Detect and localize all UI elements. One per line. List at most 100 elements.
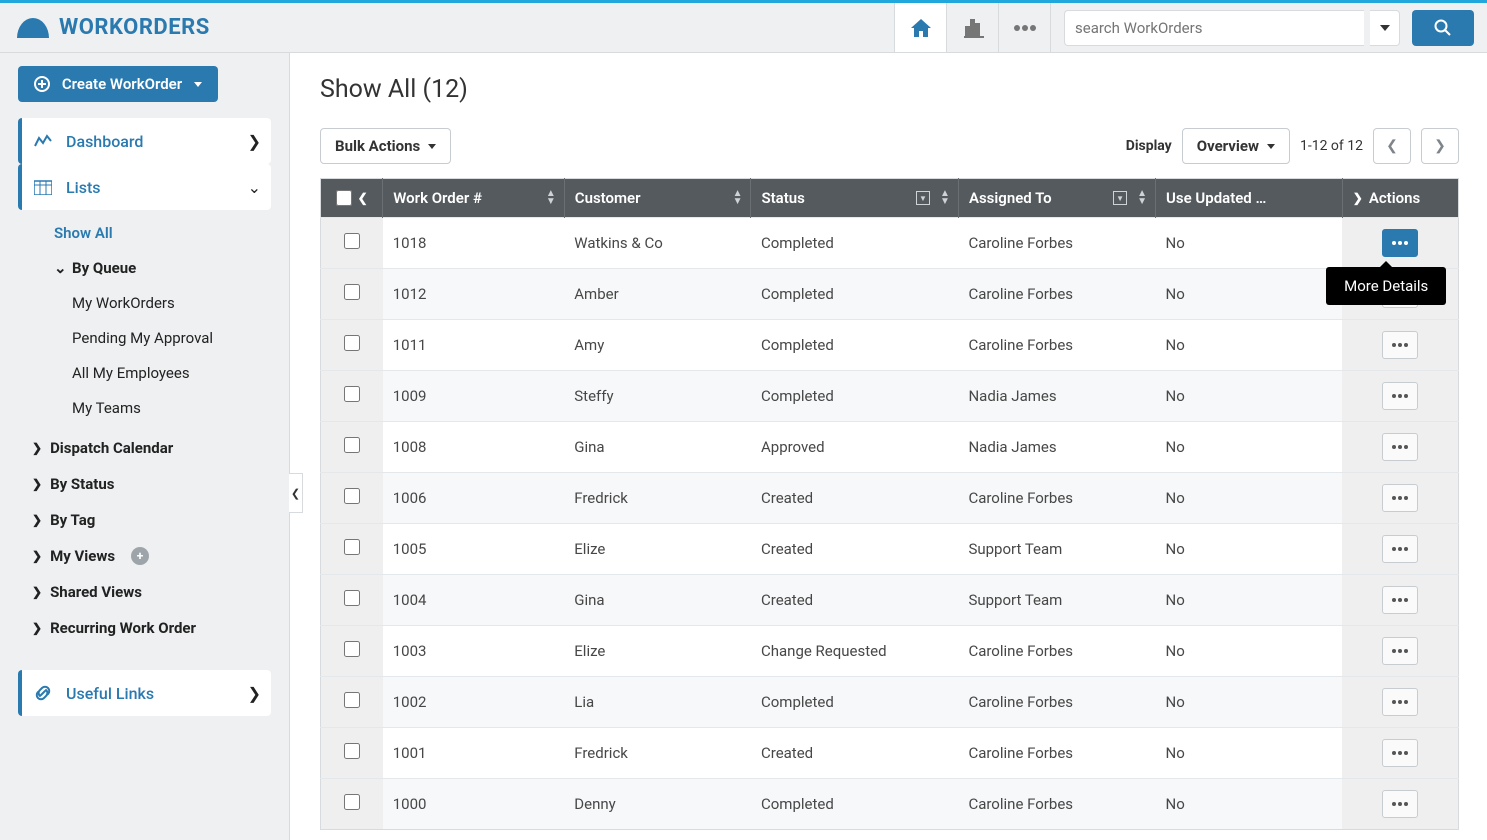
chevron-down-icon: ⌄: [248, 178, 261, 197]
nav-lists[interactable]: Lists ⌄: [18, 164, 271, 210]
cell-status: Created: [751, 473, 958, 524]
cell-id: 1008: [383, 422, 565, 473]
cell-assigned: Caroline Forbes: [958, 269, 1155, 320]
cell-assigned: Caroline Forbes: [958, 320, 1155, 371]
sidebar-collapse-toggle[interactable]: ❮: [289, 473, 303, 513]
cell-id: 1006: [383, 473, 565, 524]
search-wrap: [1051, 10, 1487, 46]
nav-dashboard[interactable]: Dashboard ❯: [18, 118, 271, 164]
sidebar-queue-item[interactable]: All My Employees: [54, 355, 271, 390]
bulk-actions-button[interactable]: Bulk Actions: [320, 128, 451, 164]
row-actions-button[interactable]: [1382, 433, 1418, 461]
col-updated[interactable]: Use Updated …: [1156, 179, 1343, 218]
sidebar-queue-item[interactable]: My WorkOrders: [54, 285, 271, 320]
more-icon[interactable]: [998, 3, 1051, 52]
sort-icon: ▲▼: [1137, 190, 1147, 206]
cell-status: Completed: [751, 269, 958, 320]
row-actions-button[interactable]: [1382, 331, 1418, 359]
row-actions-button[interactable]: [1382, 382, 1418, 410]
cell-status: Completed: [751, 320, 958, 371]
display-dropdown[interactable]: Overview: [1182, 128, 1290, 164]
cell-customer: Lia: [564, 677, 751, 728]
cell-status: Completed: [751, 779, 958, 830]
row-checkbox[interactable]: [344, 386, 360, 402]
sidebar-item-show-all[interactable]: Show All: [54, 215, 271, 250]
sidebar-queue-item[interactable]: Pending My Approval: [54, 320, 271, 355]
next-page-button[interactable]: ❯: [1421, 128, 1459, 164]
chevron-right-icon: ❯: [32, 549, 42, 563]
chevron-down-icon: ⌄: [54, 259, 66, 277]
sidebar-category[interactable]: ❯Dispatch Calendar: [18, 430, 271, 466]
row-checkbox[interactable]: [344, 641, 360, 657]
toolbar: Bulk Actions Display Overview 1-12 of 12…: [320, 128, 1459, 164]
row-actions-button[interactable]: [1382, 535, 1418, 563]
cell-status: Created: [751, 728, 958, 779]
sidebar-category[interactable]: ❯Recurring Work Order: [18, 610, 271, 646]
row-checkbox[interactable]: [344, 692, 360, 708]
link-icon: [34, 684, 52, 702]
filter-icon[interactable]: ▼: [916, 191, 930, 205]
sidebar-category[interactable]: ❯By Tag: [18, 502, 271, 538]
cell-assigned: Nadia James: [958, 371, 1155, 422]
nav-dashboard-label: Dashboard: [66, 132, 143, 151]
row-checkbox[interactable]: [344, 233, 360, 249]
col-work-order[interactable]: Work Order #▲▼: [383, 179, 565, 218]
row-checkbox[interactable]: [344, 539, 360, 555]
table-row: 1004GinaCreatedSupport TeamNo: [321, 575, 1459, 626]
cell-updated: No: [1156, 524, 1343, 575]
search-filter-dropdown[interactable]: [1370, 10, 1400, 46]
main-content: Show All (12) Bulk Actions Display Overv…: [290, 53, 1487, 840]
col-assigned[interactable]: Assigned To▼▲▼: [958, 179, 1155, 218]
col-status[interactable]: Status▼▲▼: [751, 179, 958, 218]
reports-icon[interactable]: [946, 3, 999, 52]
filter-icon[interactable]: ▼: [1113, 191, 1127, 205]
row-checkbox[interactable]: [344, 794, 360, 810]
cell-customer: Fredrick: [564, 728, 751, 779]
chevron-left-icon[interactable]: ❮: [358, 191, 368, 205]
col-customer[interactable]: Customer▲▼: [564, 179, 751, 218]
chevron-down-icon: [1267, 144, 1275, 149]
cell-id: 1009: [383, 371, 565, 422]
cell-assigned: Nadia James: [958, 422, 1155, 473]
calendar-icon: [34, 179, 52, 195]
search-input[interactable]: [1064, 10, 1364, 46]
sidebar-category[interactable]: ❯My Views+: [18, 538, 271, 574]
row-checkbox[interactable]: [344, 284, 360, 300]
sidebar-item-by-queue[interactable]: ⌄By Queue: [54, 250, 271, 285]
add-view-icon[interactable]: +: [131, 547, 149, 565]
cell-assigned: Caroline Forbes: [958, 473, 1155, 524]
cell-assigned: Caroline Forbes: [958, 728, 1155, 779]
row-checkbox[interactable]: [344, 743, 360, 759]
row-actions-button[interactable]: [1382, 637, 1418, 665]
cell-customer: Steffy: [564, 371, 751, 422]
row-checkbox[interactable]: [344, 488, 360, 504]
row-checkbox[interactable]: [344, 590, 360, 606]
sidebar-queue-item[interactable]: My Teams: [54, 390, 271, 425]
chevron-right-icon[interactable]: ❯: [1353, 191, 1363, 205]
row-actions-button[interactable]: [1382, 688, 1418, 716]
cell-id: 1005: [383, 524, 565, 575]
row-actions-button[interactable]: [1382, 484, 1418, 512]
row-checkbox[interactable]: [344, 335, 360, 351]
row-actions-button[interactable]: [1382, 586, 1418, 614]
select-all-checkbox[interactable]: [336, 190, 352, 206]
row-checkbox[interactable]: [344, 437, 360, 453]
row-actions-button[interactable]: [1382, 739, 1418, 767]
sidebar-category[interactable]: ❯Shared Views: [18, 574, 271, 610]
row-actions-button[interactable]: [1382, 229, 1418, 257]
row-actions-button[interactable]: [1382, 790, 1418, 818]
sidebar-category[interactable]: ❯By Status: [18, 466, 271, 502]
cell-id: 1018: [383, 218, 565, 269]
search-button[interactable]: [1412, 10, 1474, 46]
table-row: 1018Watkins & CoCompletedCaroline Forbes…: [321, 218, 1459, 269]
sidebar: Create WorkOrder Dashboard ❯ Lists ⌄ Sho…: [0, 53, 290, 840]
table-row: 1003ElizeChange RequestedCaroline Forbes…: [321, 626, 1459, 677]
table-row: 1008GinaApprovedNadia JamesNo: [321, 422, 1459, 473]
nav-useful-links[interactable]: Useful Links ❯: [18, 670, 271, 716]
home-icon[interactable]: [894, 3, 947, 52]
create-workorder-button[interactable]: Create WorkOrder: [18, 66, 218, 102]
brand: WORKORDERS: [17, 15, 210, 40]
prev-page-button[interactable]: ❮: [1373, 128, 1411, 164]
brand-text: WORKORDERS: [59, 15, 210, 40]
cell-id: 1012: [383, 269, 565, 320]
